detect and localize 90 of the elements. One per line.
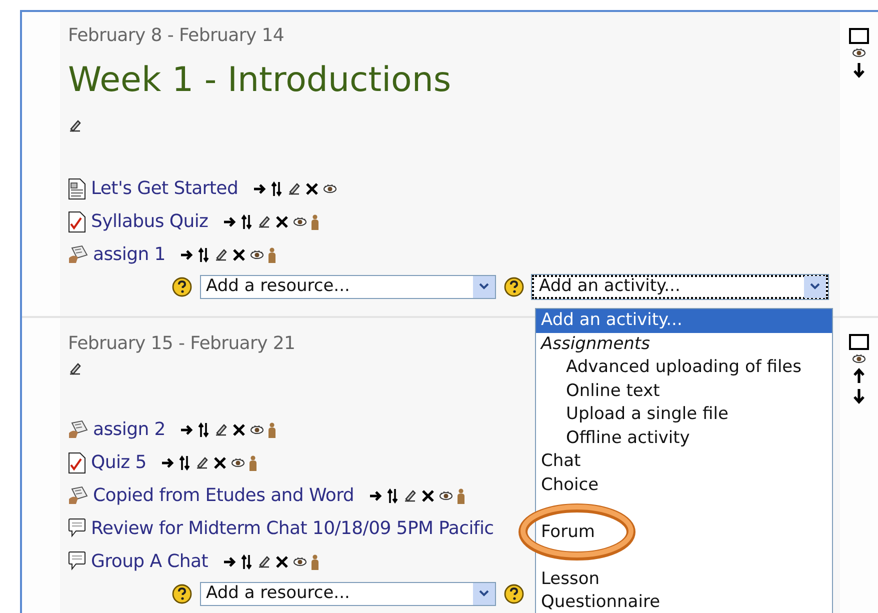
person-icon[interactable]: [311, 214, 320, 230]
caret-icon: [479, 283, 489, 291]
assignment-icon: [68, 244, 88, 264]
move-right-icon[interactable]: [223, 214, 238, 228]
move-icon[interactable]: [241, 214, 254, 230]
up-arrow-icon[interactable]: [853, 368, 865, 384]
delete-icon[interactable]: [232, 422, 246, 436]
down-arrow-icon[interactable]: [853, 388, 865, 404]
move-icon[interactable]: [387, 488, 400, 504]
activity-link[interactable]: Let's Get Started: [91, 175, 238, 202]
dropdown-option[interactable]: Chat: [536, 450, 832, 474]
edit-icon[interactable]: [195, 456, 210, 470]
activity-link[interactable]: Review for Midterm Chat 10/18/09 5PM Pacific: [91, 515, 494, 542]
eye-icon[interactable]: [293, 216, 308, 226]
delete-icon[interactable]: [213, 456, 228, 470]
edit-icon[interactable]: [287, 182, 302, 196]
person-icon[interactable]: [249, 454, 258, 470]
edit-icon[interactable]: [257, 214, 272, 228]
eye-icon[interactable]: [250, 250, 264, 260]
help-icon[interactable]: [172, 584, 192, 604]
delete-icon[interactable]: [305, 182, 320, 196]
edit-icon[interactable]: [257, 554, 272, 568]
week-title: Week 1 - Introductions: [68, 59, 452, 102]
option-group-label: Assignments: [539, 332, 651, 356]
edit-icon[interactable]: [68, 119, 82, 133]
person-icon[interactable]: [457, 488, 466, 504]
person-icon[interactable]: [311, 554, 320, 570]
dropdown-option[interactable]: Offline activity: [536, 426, 832, 450]
activity-link[interactable]: assign 2: [93, 416, 166, 443]
assignment-icon: [68, 420, 88, 440]
delete-icon[interactable]: [275, 214, 290, 228]
eye-icon[interactable]: [250, 424, 264, 434]
eye-icon[interactable]: [323, 184, 338, 194]
dropdown-option[interactable]: Lesson: [536, 568, 832, 591]
delete-icon[interactable]: [232, 248, 246, 262]
caret-icon: [810, 283, 820, 291]
eye-icon[interactable]: [231, 458, 246, 468]
move-icon[interactable]: [241, 554, 254, 570]
highlight-icon[interactable]: [849, 28, 869, 44]
assignment-icon: [68, 486, 88, 506]
down-arrow-icon[interactable]: [853, 62, 865, 78]
dropdown-option[interactable]: Forum: [536, 520, 832, 544]
delete-icon[interactable]: [421, 488, 436, 502]
date-heading: February 8 - February 14: [68, 24, 284, 48]
help-icon[interactable]: [504, 277, 524, 297]
date-heading: February 15 - February 21: [68, 332, 296, 356]
edit-icon[interactable]: [214, 422, 228, 436]
eye-icon[interactable]: [852, 48, 866, 58]
move-right-icon[interactable]: [223, 554, 238, 568]
move-icon[interactable]: [179, 454, 192, 470]
delete-icon[interactable]: [275, 554, 290, 568]
chat-icon: [68, 550, 86, 572]
document-icon: [68, 178, 86, 200]
person-icon[interactable]: [268, 422, 276, 438]
activity-link[interactable]: Quiz 5: [91, 449, 146, 476]
dropdown-option[interactable]: Choice: [536, 474, 832, 497]
eye-icon[interactable]: [293, 556, 308, 566]
resource-select[interactable]: Add a resource...: [200, 582, 496, 606]
activity-link[interactable]: assign 1: [93, 241, 166, 268]
move-right-icon[interactable]: [369, 488, 384, 502]
highlight-icon[interactable]: [849, 334, 869, 350]
dropdown-option[interactable]: Advanced uploading of files: [536, 356, 832, 380]
caret-icon: [479, 590, 489, 598]
activity-link[interactable]: Copied from Etudes and Word: [93, 482, 354, 509]
move-icon[interactable]: [198, 246, 210, 262]
person-icon[interactable]: [268, 246, 276, 262]
quiz-icon: [68, 210, 86, 232]
edit-icon[interactable]: [68, 362, 82, 376]
help-icon[interactable]: [172, 277, 192, 297]
quiz-icon: [68, 452, 86, 474]
activity-select[interactable]: Add an activity...: [532, 275, 828, 299]
resource-select[interactable]: Add a resource...: [200, 275, 496, 299]
activity-link[interactable]: Syllabus Quiz: [91, 208, 208, 235]
help-icon[interactable]: [504, 584, 524, 604]
activity-link[interactable]: Group A Chat: [91, 548, 208, 575]
eye-icon[interactable]: [852, 354, 866, 364]
dropdown-option[interactable]: Add an activity...: [536, 309, 832, 332]
dropdown-option[interactable]: Online text: [536, 380, 832, 403]
dropdown-option[interactable]: Questionnaire: [536, 591, 832, 613]
dropdown-option[interactable]: Upload a single file: [536, 403, 832, 426]
move-right-icon[interactable]: [161, 456, 176, 470]
chat-icon: [68, 518, 86, 540]
eye-icon[interactable]: [439, 490, 454, 500]
move-right-icon[interactable]: [180, 248, 194, 262]
move-right-icon[interactable]: [180, 422, 194, 436]
move-icon[interactable]: [198, 422, 210, 438]
edit-icon[interactable]: [403, 488, 418, 502]
edit-icon[interactable]: [214, 248, 228, 262]
move-right-icon[interactable]: [253, 182, 268, 196]
move-icon[interactable]: [271, 180, 284, 196]
